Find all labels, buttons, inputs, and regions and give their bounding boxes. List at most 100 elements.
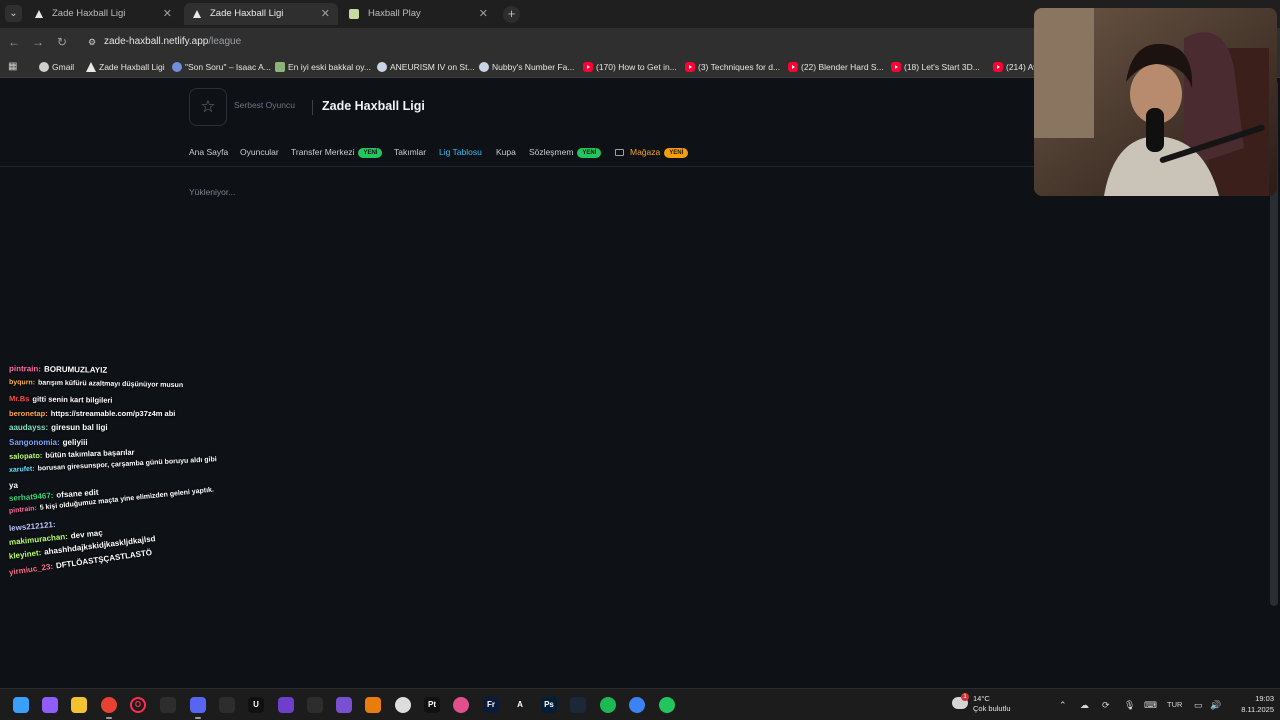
copilot-icon[interactable] (42, 697, 58, 713)
youtube-icon (685, 62, 695, 72)
steam-icon (479, 62, 489, 72)
nav-sozlesmem[interactable]: Sözleşmem YENİ (529, 145, 602, 159)
triangle-icon (86, 62, 96, 72)
wordpress-icon (172, 62, 182, 72)
onedrive-icon[interactable]: ☁ (1080, 699, 1089, 711)
address-bar[interactable]: ⚙ zade-haxball.netlify.app/league (82, 31, 1032, 53)
spotify-icon[interactable] (600, 697, 616, 713)
bookmark-gmail[interactable]: Gmail (39, 56, 74, 78)
webcam-image (1034, 8, 1277, 196)
bookmark-aneurism[interactable]: ANEURISM IV on St... (377, 56, 475, 78)
app-icon[interactable] (629, 697, 645, 713)
close-tab-icon[interactable]: ✕ (321, 3, 330, 25)
site-favicon-icon (193, 10, 201, 18)
sync-icon[interactable]: ⟳ (1102, 699, 1110, 711)
chat-message: beronetap: https://streamable.com/p37z4m … (9, 409, 176, 418)
pycharm-icon[interactable]: Pt (424, 697, 440, 713)
steam-icon (377, 62, 387, 72)
youtube-icon (583, 62, 593, 72)
bookmark-yt-22[interactable]: (22) Blender Hard S... (788, 56, 884, 78)
visual-studio-icon[interactable] (336, 697, 352, 713)
star-icon[interactable]: ☆ (189, 88, 227, 126)
reload-icon[interactable]: ↻ (53, 33, 71, 51)
tab-haxball-play[interactable]: Haxball Play ✕ (342, 3, 496, 25)
chat-message: Mr.Bs gitti senin kart bilgileri (8, 394, 113, 405)
chevron-up-icon[interactable]: ⌃ (1059, 699, 1067, 711)
nav-lig-tablosu[interactable]: Lig Tablosu (439, 145, 482, 159)
close-tab-icon[interactable]: ✕ (479, 3, 488, 25)
site-info-icon[interactable]: ⚙ (88, 35, 100, 49)
app-icon[interactable] (453, 697, 469, 713)
github-icon[interactable] (278, 697, 294, 713)
bookmark-yt-3[interactable]: (3) Techniques for d... (685, 56, 780, 78)
unity-hub-icon[interactable] (307, 697, 323, 713)
clock-time: 19:03 (1255, 694, 1274, 703)
youtube-icon (891, 62, 901, 72)
new-badge: YENİ (577, 148, 602, 158)
forward-icon[interactable]: → (29, 33, 47, 51)
haxball-favicon-icon (349, 9, 359, 19)
webcam-overlay (1034, 8, 1277, 196)
site-favicon-icon (35, 10, 43, 18)
player-status: Serbest Oyuncu (234, 100, 295, 110)
microphone-icon[interactable]: 🎙 (1124, 699, 1135, 711)
tab-zade-1[interactable]: Zade Haxball Ligi ✕ (26, 3, 180, 25)
adobe-fresco-icon[interactable]: Fr (483, 697, 499, 713)
bookmark-nubby[interactable]: Nubby's Number Fa... (479, 56, 574, 78)
chat-message: Sangonomia: geliyiii (9, 438, 88, 447)
nav-oyuncular[interactable]: Oyuncular (240, 145, 279, 159)
tab-title: Haxball Play (368, 8, 421, 19)
taskbar: O U Pt Fr A Ps 1 14°C Çok bulutlu ⌃ ☁ ⟳ 🎙 ⌨ T… (0, 688, 1280, 720)
unreal-engine-icon[interactable]: U (248, 697, 264, 713)
new-tab-button[interactable]: + (503, 6, 520, 23)
clock[interactable]: 19:03 8.11.2025 (1228, 693, 1274, 715)
youtube-icon (788, 62, 798, 72)
weather-widget[interactable]: 1 14°C Çok bulutlu (952, 693, 1022, 716)
app-icon[interactable] (395, 697, 411, 713)
close-tab-icon[interactable]: ✕ (163, 3, 172, 25)
bookmark-son-soru[interactable]: "Son Soru" – Isaac A... (172, 56, 271, 78)
url-text[interactable]: zade-haxball.netlify.app/league (104, 31, 241, 53)
obs-icon[interactable] (219, 697, 235, 713)
tab-title: Zade Haxball Ligi (210, 8, 284, 19)
blender-icon[interactable] (365, 697, 381, 713)
bookmark-yt-214[interactable]: (214) Av (993, 56, 1038, 78)
nav-kupa[interactable]: Kupa (496, 145, 516, 159)
shop-icon (615, 149, 624, 156)
weather-temp: 14°C (973, 694, 990, 703)
github-desktop-icon[interactable] (160, 697, 176, 713)
network-icon[interactable]: ▭ (1194, 699, 1203, 711)
chrome-icon[interactable] (101, 697, 117, 719)
bookmark-zade[interactable]: Zade Haxball Ligi (86, 56, 165, 78)
nav-takimlar[interactable]: Takımlar (394, 145, 426, 159)
globe-icon (39, 62, 49, 72)
bookmark-yt-170[interactable]: (170) How to Get in... (583, 56, 677, 78)
chat-message: ya (9, 481, 18, 490)
file-explorer-icon[interactable] (71, 697, 87, 713)
bookmark-yt-18[interactable]: (18) Let's Start 3D... (891, 56, 980, 78)
discord-icon[interactable] (190, 697, 206, 719)
photoshop-icon[interactable]: Ps (541, 697, 557, 713)
app-icon[interactable]: A (512, 697, 528, 713)
nav-transfer-merkezi[interactable]: Transfer Merkezi YENİ (291, 145, 383, 159)
keyboard-icon[interactable]: ⌨ (1144, 699, 1157, 711)
tab-search-button[interactable]: ⌄ (5, 5, 22, 22)
tab-title: Zade Haxball Ligi (52, 8, 126, 19)
weather-desc: Çok bulutlu (973, 704, 1011, 713)
tab-zade-2[interactable]: Zade Haxball Ligi ✕ (184, 3, 338, 25)
volume-icon[interactable]: 🔊 (1210, 699, 1221, 711)
steam-icon[interactable] (570, 697, 586, 713)
site-icon (275, 62, 285, 72)
loading-text: Yükleniyor... (189, 187, 236, 197)
apps-grid-icon[interactable]: ▦ (8, 61, 20, 73)
language-indicator[interactable]: TUR (1167, 699, 1182, 711)
windows-start-icon[interactable] (13, 697, 29, 713)
nav-magaza[interactable]: Mağaza YENİ (630, 145, 689, 159)
opera-gx-icon[interactable]: O (130, 697, 146, 713)
nav-ana-sayfa[interactable]: Ana Sayfa (189, 145, 228, 159)
weather-alert-badge: 1 (961, 693, 969, 701)
bookmark-bakkal[interactable]: En iyi eski bakkal oy... (275, 56, 371, 78)
back-icon[interactable]: ← (5, 33, 23, 51)
page-title: Zade Haxball Ligi (322, 99, 425, 113)
app-icon[interactable] (659, 697, 675, 713)
